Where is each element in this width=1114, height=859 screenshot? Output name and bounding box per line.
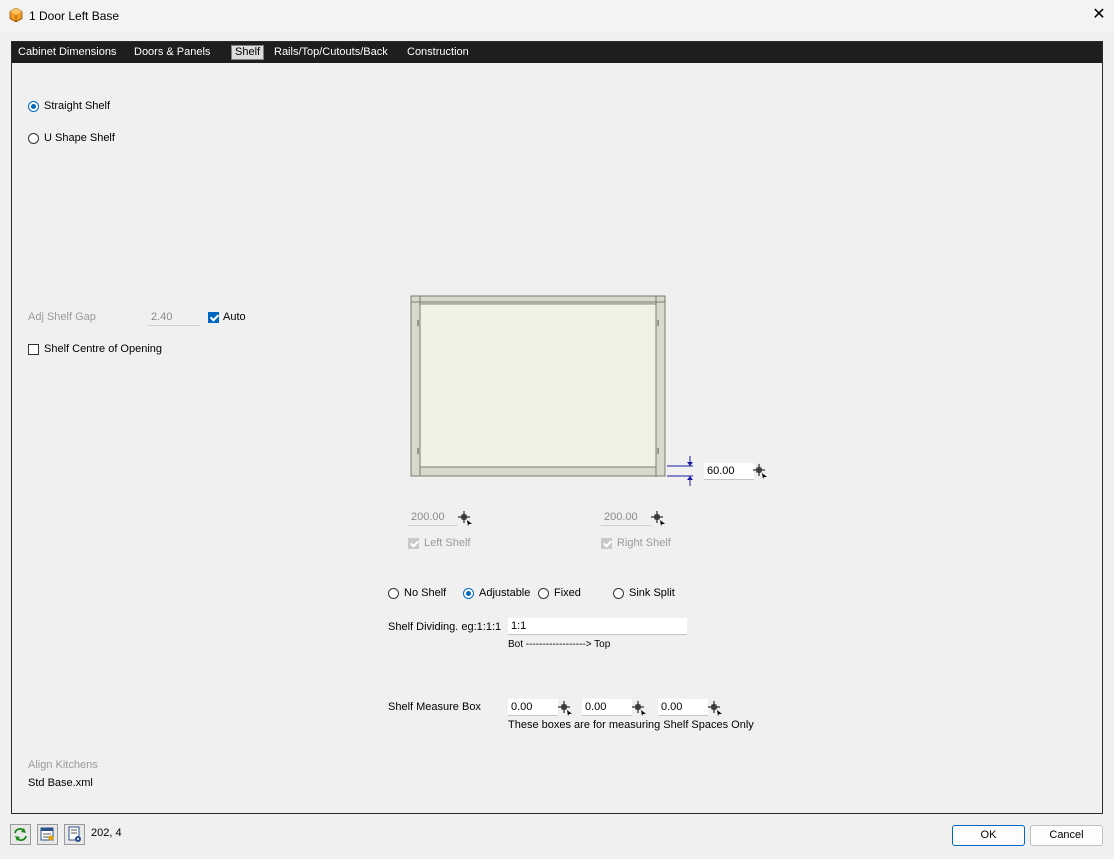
right-shelf-pick-icon[interactable] xyxy=(650,510,666,526)
sink-split-radio[interactable] xyxy=(613,588,624,599)
shelf-dividing-field[interactable]: 1:1 xyxy=(508,618,687,635)
measure-pick-icon[interactable] xyxy=(631,700,647,716)
measure-box-3[interactable]: 0.00 xyxy=(658,699,708,716)
no-shelf-radio[interactable] xyxy=(388,588,399,599)
right-shelf-checkbox[interactable] xyxy=(601,538,612,549)
company-name: Align Kitchens xyxy=(28,759,98,771)
refresh-arrows-icon xyxy=(14,828,27,841)
cabinet-cube-icon xyxy=(9,8,23,22)
window-list-icon xyxy=(40,827,54,841)
sink-split-label: Sink Split xyxy=(629,587,675,599)
auto-checkbox[interactable] xyxy=(208,312,219,323)
tab-rails-top-cutouts-back[interactable]: Rails/Top/Cutouts/Back xyxy=(274,46,388,59)
tab-doors-panels[interactable]: Doors & Panels xyxy=(134,46,210,59)
settings-button[interactable] xyxy=(64,824,85,845)
measure-note: These boxes are for measuring Shelf Spac… xyxy=(508,719,754,731)
measure-pick-icon[interactable] xyxy=(707,700,723,716)
shelf-measure-box-label: Shelf Measure Box xyxy=(388,701,481,713)
right-shelf-field[interactable]: 200.00 xyxy=(601,509,651,526)
adjustable-radio[interactable] xyxy=(463,588,474,599)
left-shelf-pick-icon[interactable] xyxy=(457,510,473,526)
measure-box-1[interactable]: 0.00 xyxy=(508,699,558,716)
tab-construction[interactable]: Construction xyxy=(407,46,469,59)
shelf-dividing-hint: Bot ------------------> Top xyxy=(508,639,611,650)
measure-pick-icon[interactable] xyxy=(752,463,768,479)
title-bar xyxy=(0,0,1114,32)
shelf-centre-opening-checkbox[interactable] xyxy=(28,344,39,355)
measure-box-2[interactable]: 0.00 xyxy=(582,699,632,716)
tab-shelf[interactable]: Shelf xyxy=(231,45,265,60)
right-shelf-label: Right Shelf xyxy=(617,537,671,549)
cancel-button[interactable]: Cancel xyxy=(1030,825,1103,846)
fixed-label: Fixed xyxy=(554,587,581,599)
u-shape-shelf-radio[interactable] xyxy=(28,133,39,144)
straight-shelf-radio[interactable] xyxy=(28,101,39,112)
cabinet-shelf-diagram xyxy=(410,295,693,486)
u-shape-shelf-label: U Shape Shelf xyxy=(44,132,115,144)
auto-label: Auto xyxy=(223,311,246,323)
fixed-radio[interactable] xyxy=(538,588,549,599)
left-shelf-label: Left Shelf xyxy=(424,537,471,549)
left-shelf-checkbox[interactable] xyxy=(408,538,419,549)
tab-cabinet-dimensions[interactable]: Cabinet Dimensions xyxy=(18,46,116,59)
cabinet-file-name: Std Base.xml xyxy=(28,777,93,789)
shelf-centre-opening-label: Shelf Centre of Opening xyxy=(44,343,163,355)
no-shelf-label: No Shelf xyxy=(404,587,447,599)
shelf-dividing-label: Shelf Dividing. eg:1:1:1 xyxy=(388,621,502,633)
straight-shelf-label: Straight Shelf xyxy=(44,100,111,112)
close-icon[interactable]: ✕ xyxy=(1090,6,1108,24)
measure-pick-icon[interactable] xyxy=(557,700,573,716)
window-title: 1 Door Left Base xyxy=(29,9,120,23)
bottom-gap-field[interactable]: 60.00 xyxy=(704,463,754,480)
document-settings-icon xyxy=(68,826,81,842)
ok-button[interactable]: OK xyxy=(952,825,1025,846)
adj-shelf-gap-label: Adj Shelf Gap xyxy=(28,311,96,323)
adjustable-label: Adjustable xyxy=(479,587,531,599)
status-coordinates: 202, 4 xyxy=(91,827,122,839)
refresh-button[interactable] xyxy=(10,824,31,845)
left-shelf-field[interactable]: 200.00 xyxy=(408,509,458,526)
adj-shelf-gap-field[interactable]: 2.40 xyxy=(148,309,200,326)
properties-button[interactable] xyxy=(37,824,58,845)
